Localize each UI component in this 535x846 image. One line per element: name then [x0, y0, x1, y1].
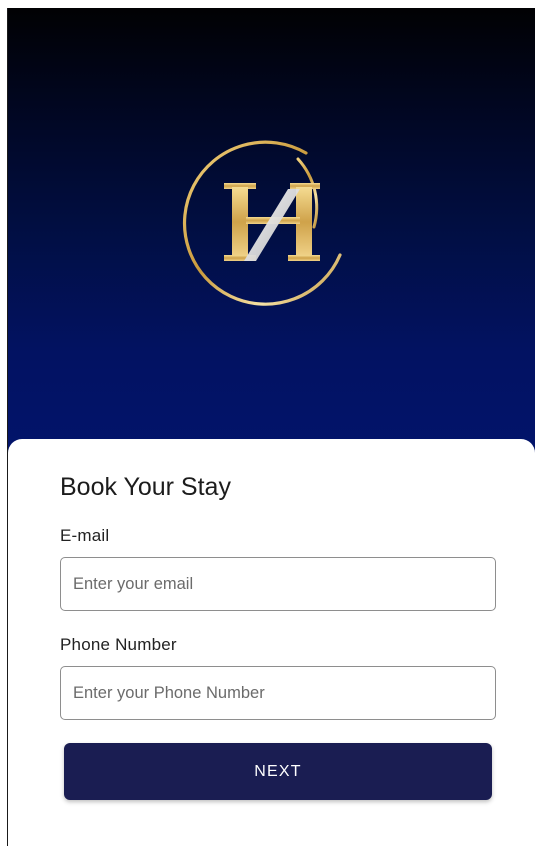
form-title: Book Your Stay: [60, 473, 231, 501]
email-field[interactable]: [60, 557, 496, 611]
hotel-logo: [178, 137, 358, 317]
phone-number-field[interactable]: [60, 666, 496, 720]
phone-label: Phone Number: [60, 635, 177, 654]
screen-left-border: [0, 0, 8, 846]
app-screen: Book Your Stay E-mail Phone Number NEXT: [0, 0, 535, 846]
email-label: E-mail: [60, 526, 110, 545]
hotel-h-monogram-icon: [182, 140, 342, 306]
screen-top-border: [0, 0, 535, 8]
next-button[interactable]: NEXT: [64, 743, 492, 800]
